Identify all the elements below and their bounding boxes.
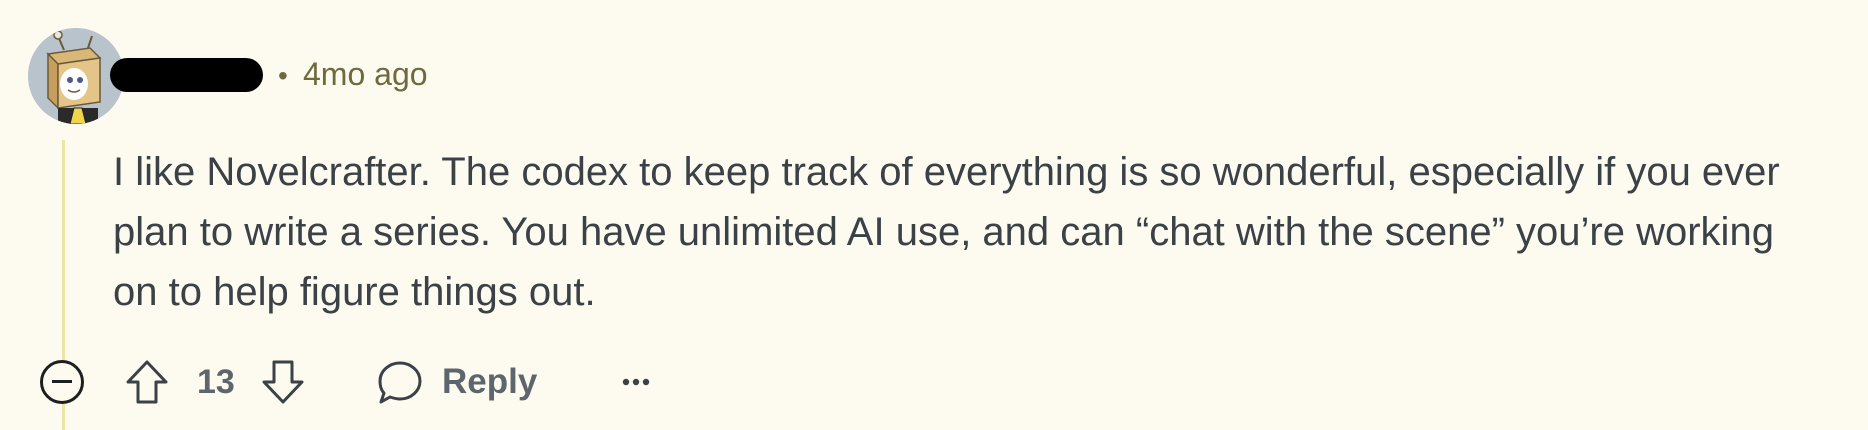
arrow-up-icon xyxy=(126,360,168,404)
minus-circle-icon xyxy=(52,380,72,383)
vote-score: 13 xyxy=(197,363,235,401)
downvote-button[interactable] xyxy=(258,354,308,410)
comment-actions: 13 Reply xyxy=(0,350,1868,414)
more-options-button[interactable] xyxy=(612,360,660,404)
ellipsis-icon xyxy=(622,378,650,386)
reply-button[interactable]: Reply xyxy=(370,354,540,410)
arrow-down-icon xyxy=(262,360,304,404)
comment: • 4mo ago I like Novelcrafter. The codex… xyxy=(0,0,1868,430)
username-redacted[interactable] xyxy=(110,58,263,92)
upvote-button[interactable] xyxy=(122,354,172,410)
collapse-button[interactable] xyxy=(40,360,84,404)
speech-bubble-icon xyxy=(378,361,422,404)
meta-separator: • xyxy=(278,60,288,91)
comment-timestamp[interactable]: 4mo ago xyxy=(303,54,428,94)
reply-label: Reply xyxy=(442,362,538,401)
comment-body: I like Novelcrafter. The codex to keep t… xyxy=(113,150,1780,314)
